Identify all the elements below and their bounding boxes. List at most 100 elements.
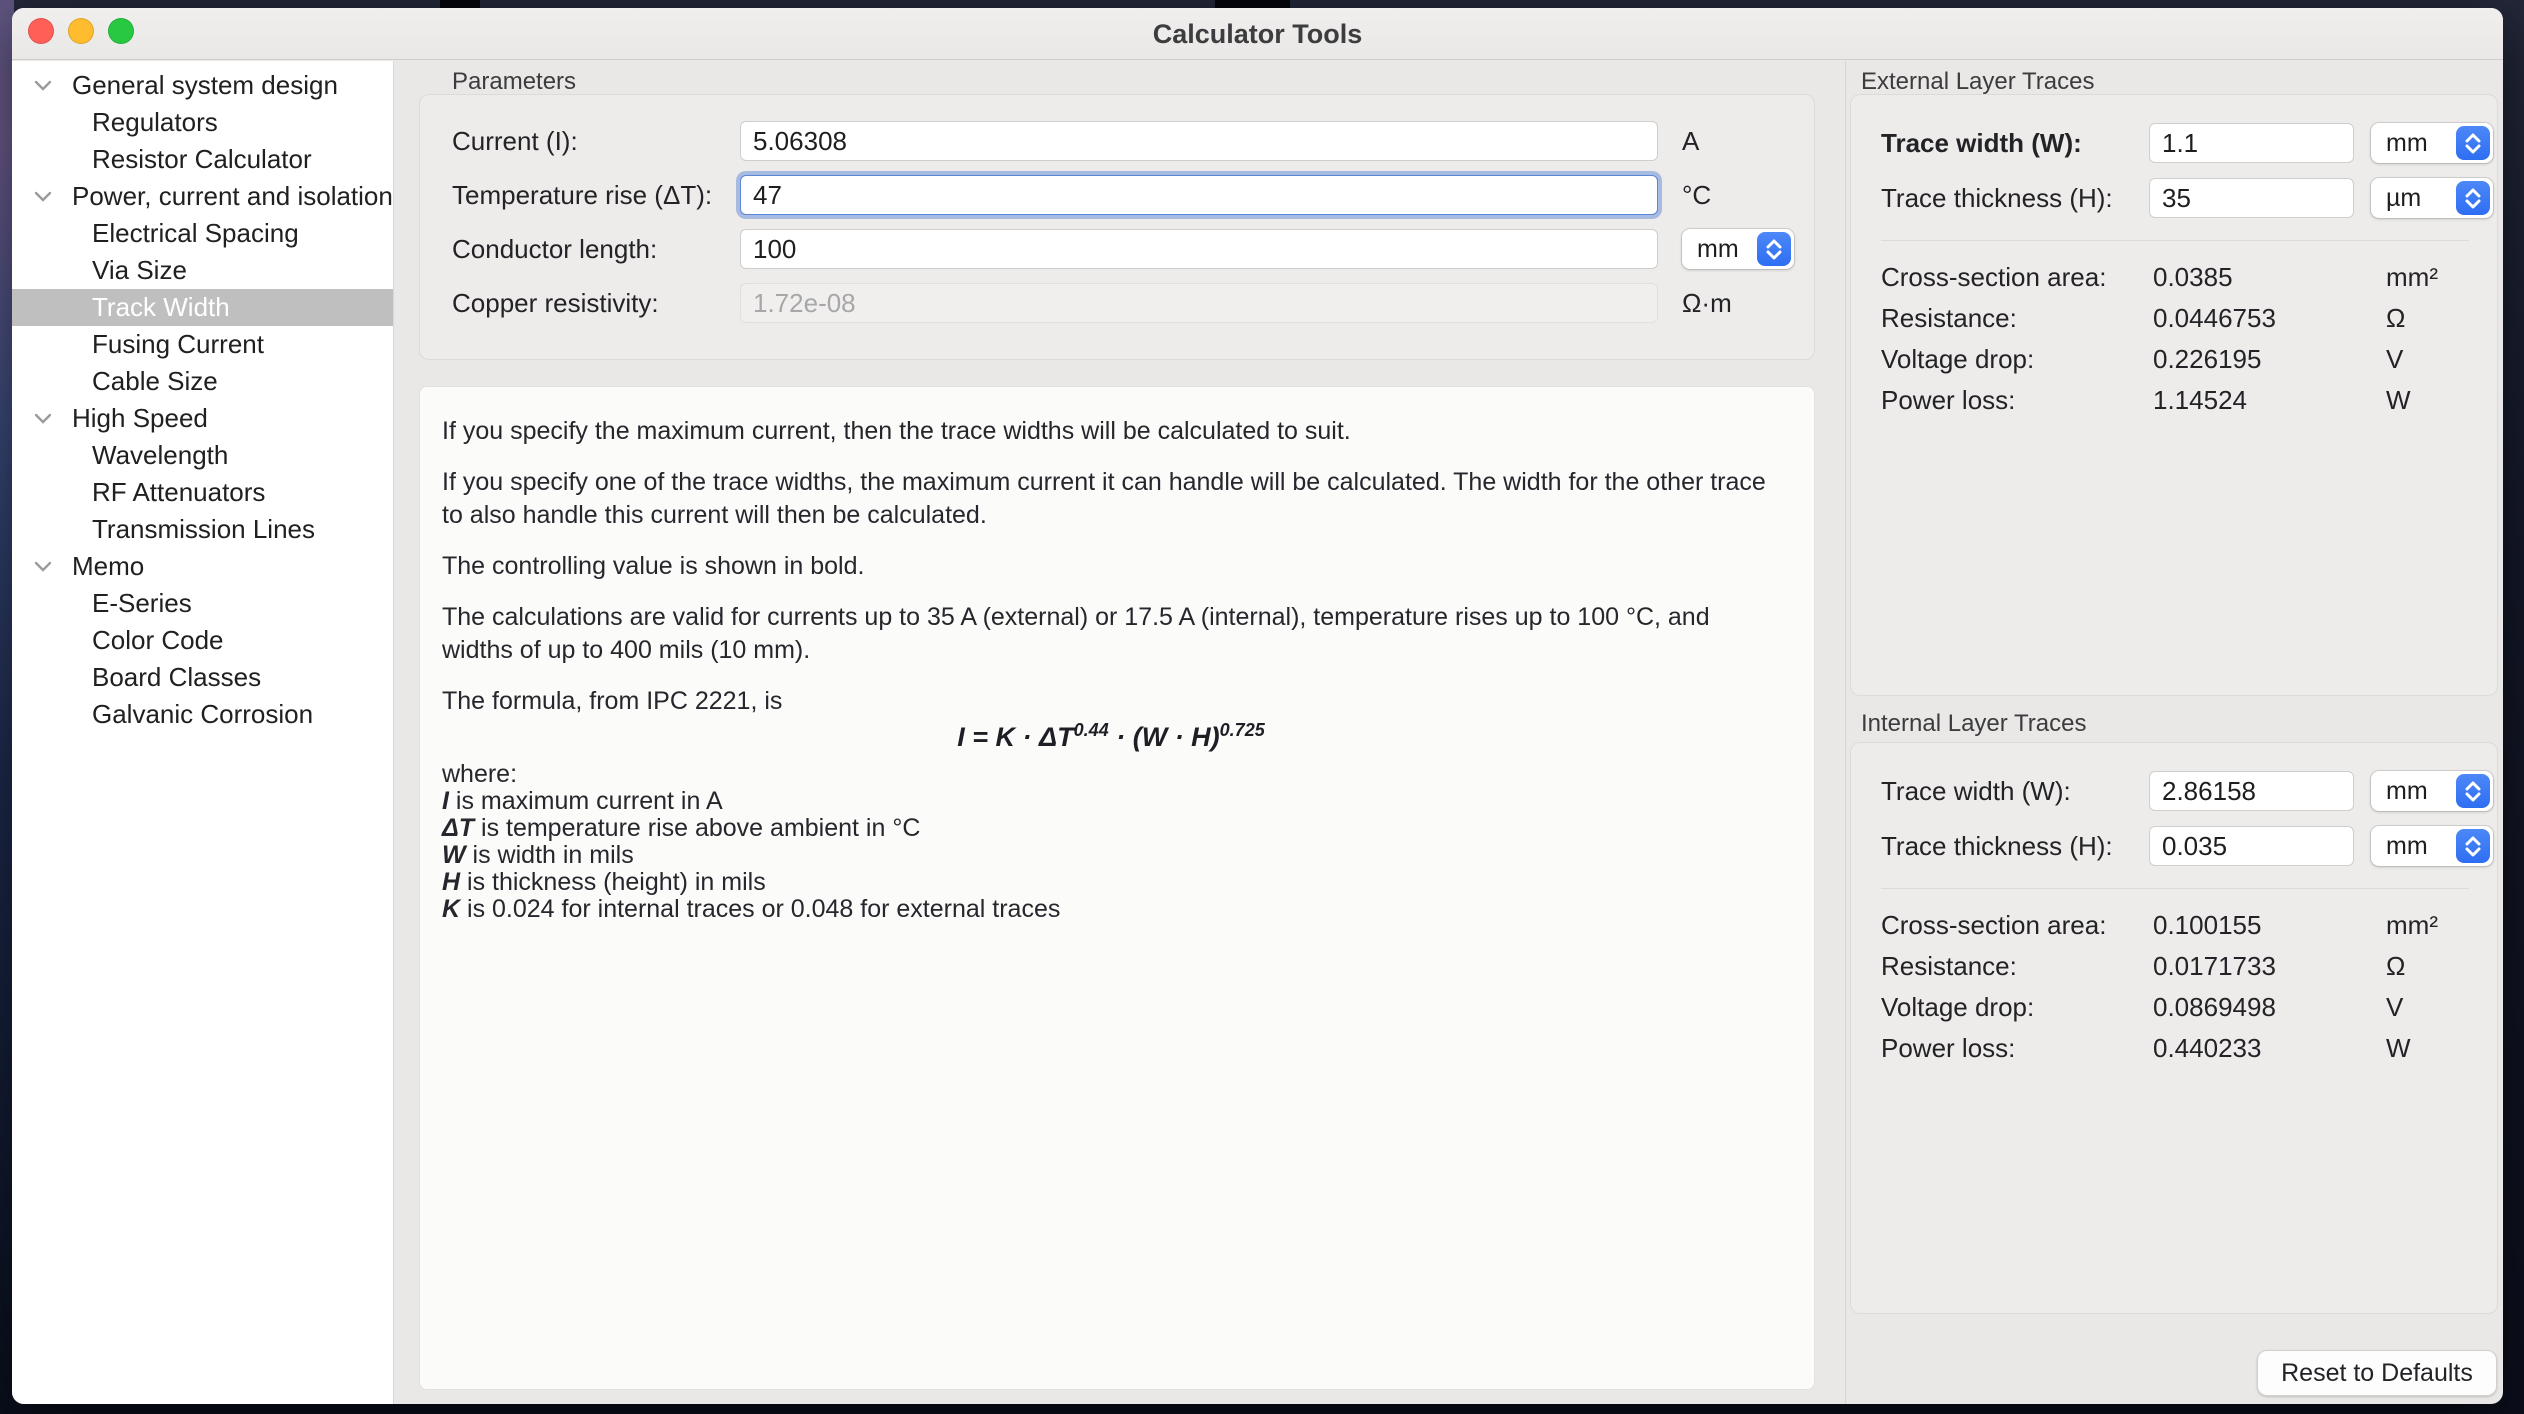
internal-result-row: Voltage drop:0.0869498V	[1881, 987, 2497, 1028]
external-trace-thickness-label: Trace thickness (H):	[1881, 183, 2149, 214]
sidebar-item-memo[interactable]: Memo	[12, 548, 393, 585]
current-label: Current (I):	[452, 126, 740, 157]
external-trace-width-input[interactable]	[2149, 123, 2354, 163]
sidebar-item-general-system-design[interactable]: General system design	[12, 67, 393, 104]
sidebar-item-transmission-lines[interactable]: Transmission Lines	[12, 511, 393, 548]
stepper-icon	[2456, 829, 2490, 863]
sidebar-item-label: Resistor Calculator	[92, 144, 312, 175]
sidebar-item-label: Color Code	[92, 625, 224, 656]
sidebar-item-via-size[interactable]: Via Size	[12, 252, 393, 289]
sidebar-item-label: Power, current and isolation	[72, 181, 393, 212]
sidebar-item-color-code[interactable]: Color Code	[12, 622, 393, 659]
internal-layer-traces-groupbox: Trace width (W): mm Trace thickness (H):…	[1850, 742, 2498, 1314]
internal-trace-width-row: Trace width (W): mm	[1881, 771, 2497, 811]
temperature-rise-input[interactable]	[740, 175, 1658, 215]
legend-line: W is width in mils	[442, 842, 1780, 869]
sidebar-item-wavelength[interactable]: Wavelength	[12, 437, 393, 474]
window-title: Calculator Tools	[12, 8, 2503, 60]
sidebar-item-cable-size[interactable]: Cable Size	[12, 363, 393, 400]
sidebar-item-e-series[interactable]: E-Series	[12, 585, 393, 622]
sidebar-item-label: Memo	[72, 551, 144, 582]
chevron-down-icon[interactable]	[34, 80, 64, 92]
sidebar-item-label: Cable Size	[92, 366, 218, 397]
sidebar-item-fusing-current[interactable]: Fusing Current	[12, 326, 393, 363]
chevron-down-icon[interactable]	[34, 413, 64, 425]
external-trace-thickness-unit-dropdown[interactable]: µm	[2371, 178, 2493, 218]
formula-legend: where: I is maximum current in A ΔT is t…	[442, 761, 1780, 923]
temperature-rise-label: Temperature rise (ΔT):	[452, 180, 740, 211]
reset-to-defaults-button[interactable]: Reset to Defaults	[2257, 1350, 2497, 1396]
sidebar-item-electrical-spacing[interactable]: Electrical Spacing	[12, 215, 393, 252]
where-label: where:	[442, 761, 1780, 788]
internal-trace-thickness-label: Trace thickness (H):	[1881, 831, 2149, 862]
chevron-down-icon[interactable]	[34, 191, 64, 203]
sidebar-item-label: Wavelength	[92, 440, 228, 471]
chevron-down-icon[interactable]	[34, 561, 64, 573]
panel-divider	[1845, 61, 1846, 1404]
internal-trace-thickness-input[interactable]	[2149, 826, 2354, 866]
copper-resistivity-input	[740, 283, 1658, 323]
minimize-button[interactable]	[68, 18, 94, 44]
internal-trace-width-unit-dropdown[interactable]: mm	[2371, 771, 2493, 811]
external-trace-width-row: Trace width (W): mm	[1881, 123, 2497, 163]
parameters-section-label: Parameters	[452, 68, 576, 96]
current-unit: A	[1682, 126, 1699, 157]
legend-line: H is thickness (height) in mils	[442, 869, 1780, 896]
internal-layer-traces-label: Internal Layer Traces	[1861, 710, 2086, 738]
legend-line: I is maximum current in A	[442, 788, 1780, 815]
conductor-length-input[interactable]	[740, 229, 1658, 269]
external-trace-width-label: Trace width (W):	[1881, 128, 2149, 159]
sidebar-item-board-classes[interactable]: Board Classes	[12, 659, 393, 696]
current-input[interactable]	[740, 121, 1658, 161]
stepper-icon	[2456, 126, 2490, 160]
sidebar-item-high-speed[interactable]: High Speed	[12, 400, 393, 437]
copper-resistivity-label: Copper resistivity:	[452, 288, 740, 319]
sidebar-item-galvanic-corrosion[interactable]: Galvanic Corrosion	[12, 696, 393, 733]
calculator-tree-sidebar[interactable]: General system design Regulators Resisto…	[12, 61, 394, 1404]
copper-resistivity-unit: Ω·m	[1682, 288, 1732, 319]
internal-result-row: Cross-section area:0.100155mm²	[1881, 905, 2497, 946]
sidebar-item-label: Board Classes	[92, 662, 261, 693]
conductor-length-row: Conductor length: mm	[452, 229, 1790, 269]
sidebar-item-label: Regulators	[92, 107, 218, 138]
sidebar-item-rf-attenuators[interactable]: RF Attenuators	[12, 474, 393, 511]
sidebar-item-label: Galvanic Corrosion	[92, 699, 313, 730]
sidebar-item-label: Track Width	[92, 292, 230, 323]
stepper-icon	[2456, 774, 2490, 808]
temperature-rise-row: Temperature rise (ΔT): °C	[452, 175, 1790, 215]
current-row: Current (I): A	[452, 121, 1790, 161]
sidebar-item-label: RF Attenuators	[92, 477, 265, 508]
sidebar-item-resistor-calculator[interactable]: Resistor Calculator	[12, 141, 393, 178]
external-trace-width-unit-dropdown[interactable]: mm	[2371, 123, 2493, 163]
external-trace-thickness-input[interactable]	[2149, 178, 2354, 218]
conductor-length-label: Conductor length:	[452, 234, 740, 265]
conductor-length-unit: mm	[1697, 235, 1739, 264]
internal-trace-thickness-row: Trace thickness (H): mm	[1881, 826, 2497, 866]
conductor-length-unit-dropdown[interactable]: mm	[1682, 229, 1794, 269]
traffic-lights	[28, 18, 134, 44]
internal-trace-thickness-unit-dropdown[interactable]: mm	[2371, 826, 2493, 866]
help-paragraph: If you specify the maximum current, then…	[442, 415, 1780, 448]
legend-line: ΔT is temperature rise above ambient in …	[442, 815, 1780, 842]
calculator-tools-window: Calculator Tools General system design R…	[12, 8, 2503, 1404]
internal-result-row: Power loss:0.440233W	[1881, 1028, 2497, 1069]
external-result-row: Power loss:1.14524W	[1881, 380, 2497, 421]
help-paragraph: The controlling value is shown in bold.	[442, 550, 1780, 583]
parameters-groupbox: Current (I): A Temperature rise (ΔT): °C…	[419, 94, 1815, 360]
stepper-icon	[2456, 181, 2490, 215]
zoom-button[interactable]	[108, 18, 134, 44]
sidebar-item-power-current-and-isolation[interactable]: Power, current and isolation	[12, 178, 393, 215]
close-button[interactable]	[28, 18, 54, 44]
help-paragraph: If you specify one of the trace widths, …	[442, 466, 1780, 532]
stepper-icon	[1757, 232, 1791, 266]
help-paragraph: The calculations are valid for currents …	[442, 601, 1780, 667]
divider	[1881, 240, 2469, 241]
external-result-row: Resistance:0.0446753Ω	[1881, 298, 2497, 339]
sidebar-item-label: Via Size	[92, 255, 187, 286]
title-bar[interactable]: Calculator Tools	[12, 8, 2503, 60]
legend-line: K is 0.024 for internal traces or 0.048 …	[442, 896, 1780, 923]
sidebar-item-regulators[interactable]: Regulators	[12, 104, 393, 141]
internal-trace-width-input[interactable]	[2149, 771, 2354, 811]
sidebar-item-track-width[interactable]: Track Width	[12, 289, 393, 326]
external-layer-traces-label: External Layer Traces	[1861, 68, 2094, 96]
